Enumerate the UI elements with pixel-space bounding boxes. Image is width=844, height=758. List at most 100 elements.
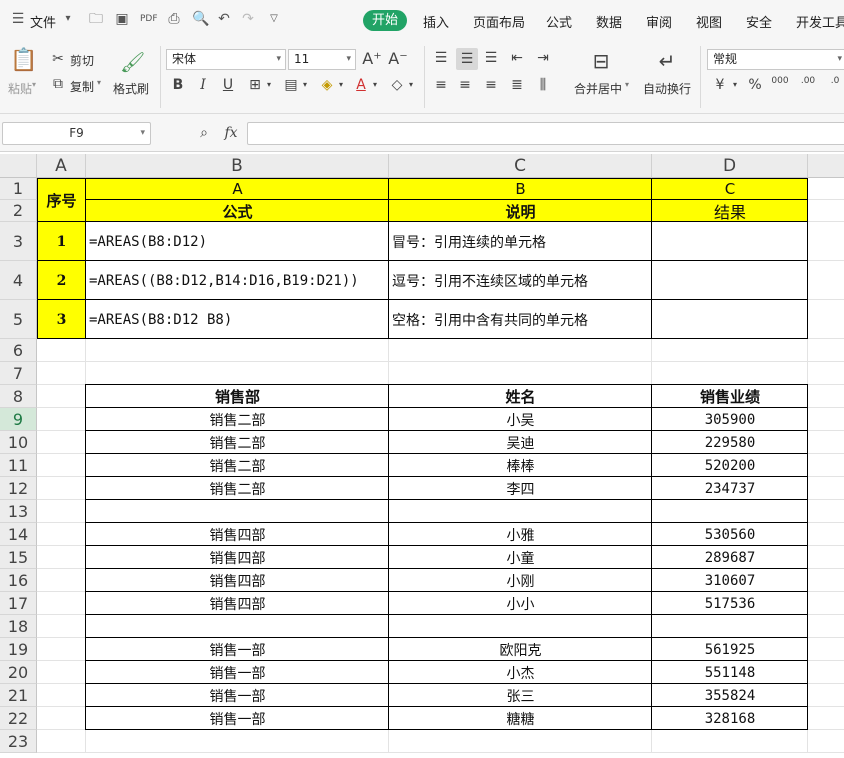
chevron-down-icon[interactable]: ▾: [730, 77, 740, 93]
cell-c9[interactable]: 小吴: [389, 408, 652, 431]
row-header-20[interactable]: 20: [0, 661, 37, 684]
font-name-select[interactable]: 宋体 ▾: [166, 49, 286, 70]
cell-d16[interactable]: 310607: [652, 569, 808, 592]
justify-icon[interactable]: ≣: [508, 77, 526, 93]
cell-d17[interactable]: 517536: [652, 592, 808, 615]
cell-b14[interactable]: 销售四部: [86, 523, 389, 546]
row-header-23[interactable]: 23: [0, 730, 37, 753]
row-header-5[interactable]: 5: [0, 300, 37, 339]
cut-button[interactable]: 剪切: [70, 52, 94, 69]
cell-b4[interactable]: =AREAS((B8:D12,B14:D16,B19:D21)): [86, 261, 389, 300]
redo-icon[interactable]: ↷: [240, 11, 256, 27]
cell-d19[interactable]: 561925: [652, 638, 808, 661]
cell-c13[interactable]: [389, 500, 652, 523]
align-top-icon[interactable]: ☰: [432, 50, 450, 66]
open-folder-icon[interactable]: 🗀: [88, 11, 104, 27]
cell-c10[interactable]: 吴迪: [389, 431, 652, 454]
row-header-22[interactable]: 22: [0, 707, 37, 730]
tab-page-layout[interactable]: 页面布局: [473, 12, 525, 31]
tab-insert[interactable]: 插入: [423, 12, 449, 31]
cell-c17[interactable]: 小小: [389, 592, 652, 615]
cell-c12[interactable]: 李四: [389, 477, 652, 500]
column-header-c[interactable]: C: [389, 154, 652, 178]
increase-font-icon[interactable]: A⁺: [362, 51, 382, 69]
copy-dropdown-icon[interactable]: ▾: [97, 78, 101, 87]
row-header-2[interactable]: 2: [0, 200, 37, 222]
cell-d18[interactable]: [652, 615, 808, 638]
cell-c2[interactable]: 说明: [389, 200, 652, 222]
fill-color-icon[interactable]: ◈: [318, 77, 336, 93]
row-header-7[interactable]: 7: [0, 362, 37, 385]
tab-security[interactable]: 安全: [746, 12, 772, 31]
row-header-15[interactable]: 15: [0, 546, 37, 569]
copy-button[interactable]: 复制: [70, 78, 94, 95]
paste-button[interactable]: 粘贴: [8, 80, 32, 97]
cell-b22[interactable]: 销售一部: [86, 707, 389, 730]
decrease-font-icon[interactable]: A⁻: [388, 51, 408, 69]
merge-center-button[interactable]: 合并居中: [574, 80, 622, 97]
column-header-e[interactable]: [808, 154, 844, 178]
cell-c3[interactable]: 冒号：引用连续的单元格: [389, 222, 652, 261]
cell-b11[interactable]: 销售二部: [86, 454, 389, 477]
chevron-down-icon[interactable]: ▾: [60, 11, 76, 27]
cell-style-icon[interactable]: ▤: [282, 77, 300, 93]
align-center-icon[interactable]: ≡: [456, 77, 474, 93]
undo-icon[interactable]: ↶: [216, 11, 232, 27]
row-header-21[interactable]: 21: [0, 684, 37, 707]
row-header-14[interactable]: 14: [0, 523, 37, 546]
align-left-icon[interactable]: ≡: [432, 77, 450, 93]
cell-b15[interactable]: 销售四部: [86, 546, 389, 569]
cell-d13[interactable]: [652, 500, 808, 523]
cell-b18[interactable]: [86, 615, 389, 638]
align-bottom-icon[interactable]: ☰: [482, 50, 500, 66]
tab-data[interactable]: 数据: [596, 12, 622, 31]
distributed-icon[interactable]: ⫼: [534, 77, 552, 93]
cell-c8[interactable]: 姓名: [389, 385, 652, 408]
cell-d22[interactable]: 328168: [652, 707, 808, 730]
cell-b9[interactable]: 销售二部: [86, 408, 389, 431]
cell-a4[interactable]: 2: [37, 261, 86, 300]
cell-b2[interactable]: 公式: [86, 200, 389, 222]
paste-icon[interactable]: 📋: [10, 48, 37, 74]
tab-home[interactable]: 开始: [363, 10, 407, 31]
cell-b13[interactable]: [86, 500, 389, 523]
align-right-icon[interactable]: ≡: [482, 77, 500, 93]
eraser-icon[interactable]: ◇: [388, 77, 406, 93]
row-header-18[interactable]: 18: [0, 615, 37, 638]
cell-b1[interactable]: A: [86, 178, 389, 200]
tab-developer[interactable]: 开发工具: [796, 12, 844, 31]
number-format-select[interactable]: 常规 ▾: [707, 49, 844, 70]
cell-b20[interactable]: 销售一部: [86, 661, 389, 684]
cell-c14[interactable]: 小雅: [389, 523, 652, 546]
print-icon[interactable]: ⎙: [166, 11, 182, 27]
cell-d21[interactable]: 355824: [652, 684, 808, 707]
cell-d12[interactable]: 234737: [652, 477, 808, 500]
print-preview-icon[interactable]: 🔍: [192, 11, 209, 27]
cell-c21[interactable]: 张三: [389, 684, 652, 707]
increase-decimal-icon[interactable]: .00: [798, 76, 818, 86]
save-icon[interactable]: ▣: [114, 11, 130, 27]
cell-c4[interactable]: 逗号：引用不连续区域的单元格: [389, 261, 652, 300]
cell-d4[interactable]: [652, 261, 808, 300]
tab-view[interactable]: 视图: [696, 12, 722, 31]
cell-b8[interactable]: 销售部: [86, 385, 389, 408]
cell-c19[interactable]: 欧阳克: [389, 638, 652, 661]
column-header-d[interactable]: D: [652, 154, 808, 178]
font-size-select[interactable]: 11 ▾: [288, 49, 356, 70]
tab-review[interactable]: 审阅: [646, 12, 672, 31]
bold-icon[interactable]: B: [170, 77, 186, 93]
row-header-8[interactable]: 8: [0, 385, 37, 408]
cell-d9[interactable]: 305900: [652, 408, 808, 431]
row-header-11[interactable]: 11: [0, 454, 37, 477]
cell-a5[interactable]: 3: [37, 300, 86, 339]
row-header-6[interactable]: 6: [0, 339, 37, 362]
cell-d15[interactable]: 289687: [652, 546, 808, 569]
percent-icon[interactable]: %: [746, 77, 764, 93]
customize-icon[interactable]: ▽: [266, 11, 282, 27]
chevron-down-icon[interactable]: ▾: [264, 77, 274, 93]
chevron-down-icon[interactable]: ▾: [370, 77, 380, 93]
font-color-icon[interactable]: A: [352, 77, 370, 93]
cell-d8[interactable]: 销售业绩: [652, 385, 808, 408]
row-header-16[interactable]: 16: [0, 569, 37, 592]
cell-c22[interactable]: 糖糖: [389, 707, 652, 730]
